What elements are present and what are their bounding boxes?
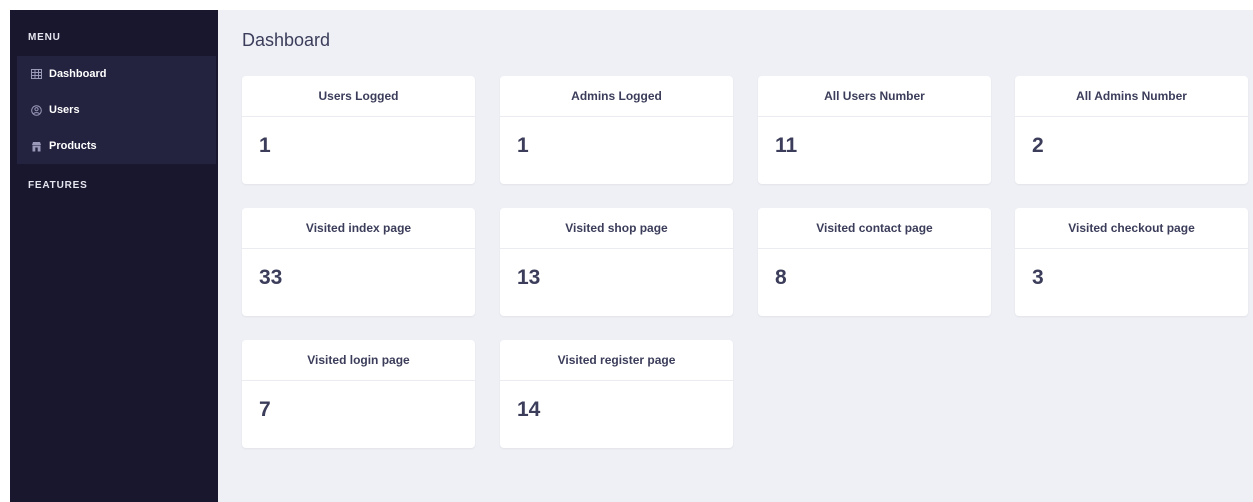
stat-card-users-logged: Users Logged 1 [242,76,475,184]
stat-card-all-admins: All Admins Number 2 [1015,76,1248,184]
user-icon [30,104,42,116]
menu-section-label: MENU [28,32,61,43]
card-value: 3 [1032,266,1044,289]
sidebar-item-label: Users [49,104,80,116]
card-value: 33 [259,266,283,289]
stat-card-visited-contact: Visited contact page 8 [758,208,991,316]
card-value: 2 [1032,134,1044,157]
card-title: Visited index page [242,208,475,249]
sidebar-item-label: Products [49,140,97,152]
card-value: 1 [517,134,529,157]
card-title: Visited checkout page [1015,208,1248,249]
card-value: 13 [517,266,541,289]
sidebar: MENU Dashboard Users Products FEATURES [10,10,218,502]
sidebar-item-dashboard[interactable]: Dashboard [17,56,216,92]
card-title: All Users Number [758,76,991,117]
menu-group: Dashboard Users Products [17,56,216,164]
stat-card-visited-checkout: Visited checkout page 3 [1015,208,1248,316]
stat-card-visited-register: Visited register page 14 [500,340,733,448]
page-title: Dashboard [242,30,331,50]
stat-card-visited-login: Visited login page 7 [242,340,475,448]
card-value: 1 [259,134,271,157]
stat-card-all-users: All Users Number 11 [758,76,991,184]
features-section-label: FEATURES [28,180,88,191]
card-title: All Admins Number [1015,76,1248,117]
main-content: Dashboard Users Logged 1 Admins Logged 1… [218,10,1253,502]
card-title: Visited login page [242,340,475,381]
card-title: Users Logged [242,76,475,117]
sidebar-item-products[interactable]: Products [17,128,216,164]
card-value: 8 [775,266,787,289]
card-value: 11 [775,134,798,157]
stat-card-visited-shop: Visited shop page 13 [500,208,733,316]
card-value: 14 [517,398,541,421]
card-title: Admins Logged [500,76,733,117]
stat-card-visited-index: Visited index page 33 [242,208,475,316]
stat-card-admins-logged: Admins Logged 1 [500,76,733,184]
card-title: Visited contact page [758,208,991,249]
app: MENU Dashboard Users Products FEATURES D… [0,0,1253,502]
sidebar-item-label: Dashboard [49,68,107,80]
card-title: Visited shop page [500,208,733,249]
table-icon [30,68,42,80]
card-title: Visited register page [500,340,733,381]
shop-icon [30,140,42,152]
card-value: 7 [259,398,271,421]
sidebar-item-users[interactable]: Users [17,92,216,128]
